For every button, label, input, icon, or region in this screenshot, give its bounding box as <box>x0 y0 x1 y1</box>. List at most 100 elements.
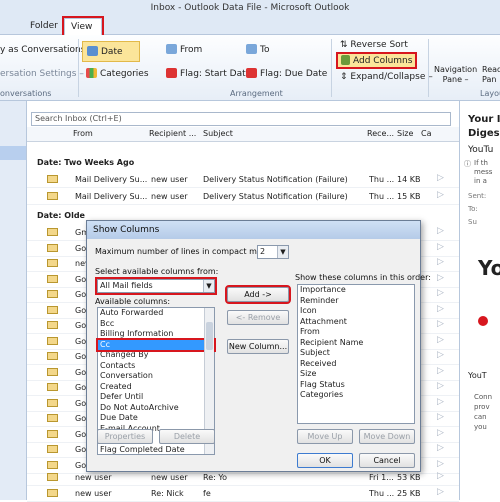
flag-icon[interactable]: ▷ <box>437 258 446 267</box>
ok-button[interactable]: OK <box>297 453 353 468</box>
select-from-dropdown[interactable]: All Mail fields ▼ <box>95 277 217 295</box>
available-column-item[interactable]: Changed By <box>98 350 214 361</box>
table-row[interactable]: Mail Delivery Su... new user Delivery St… <box>27 171 459 188</box>
shown-column-item[interactable]: From <box>298 327 414 338</box>
reading-pane-button[interactable]: Read Pan <box>482 65 500 85</box>
available-column-item[interactable]: Conversation <box>98 371 214 382</box>
delete-button[interactable]: Delete <box>159 429 215 444</box>
search-input[interactable]: Search Inbox (Ctrl+E) <box>31 112 451 126</box>
column-header-categories[interactable]: Ca <box>421 129 432 138</box>
group-header[interactable]: Date: Olde <box>37 211 85 220</box>
shown-column-item[interactable]: Reminder <box>298 296 414 307</box>
flag-icon[interactable]: ▷ <box>437 444 446 453</box>
flag-icon[interactable]: ▷ <box>437 191 446 200</box>
table-row[interactable]: Mail Delivery Su... new user Delivery St… <box>27 188 459 205</box>
available-column-item[interactable]: Due Date <box>98 413 214 424</box>
flag-icon[interactable]: ▷ <box>437 273 446 283</box>
flag-icon[interactable]: ▷ <box>437 413 446 422</box>
show-as-conversations-checkbox[interactable]: y as Conversations <box>0 45 85 55</box>
remove-column-button[interactable]: <- Remove <box>227 310 289 325</box>
available-column-item[interactable]: Do Not AutoArchive <box>98 403 214 414</box>
flag-icon[interactable]: ▷ <box>437 459 446 469</box>
move-down-button[interactable]: Move Down <box>359 429 415 444</box>
new-column-button[interactable]: New Column... <box>227 339 289 354</box>
row-from: Mail Delivery Su... <box>75 192 147 201</box>
column-header-from[interactable]: From <box>73 129 93 138</box>
shown-column-item[interactable]: Subject <box>298 348 414 359</box>
expand-collapse-button[interactable]: ⇕ Expand/Collapse – <box>340 72 433 82</box>
nav-selected-folder[interactable] <box>0 146 26 160</box>
shown-column-item[interactable]: Icon <box>298 306 414 317</box>
flag-icon[interactable]: ▷ <box>437 227 446 236</box>
envelope-icon <box>47 460 58 469</box>
flag-icon[interactable]: ▷ <box>437 320 446 329</box>
shown-column-item[interactable]: Attachment <box>298 317 414 328</box>
properties-button[interactable]: Properties <box>97 429 153 444</box>
cancel-button[interactable]: Cancel <box>359 453 415 468</box>
flag-icon[interactable]: ▷ <box>437 242 446 252</box>
available-column-item[interactable]: Bcc <box>98 319 214 330</box>
available-column-item[interactable]: Defer Until <box>98 392 214 403</box>
flag-icon[interactable]: ▷ <box>437 488 446 497</box>
column-header-recipient[interactable]: Recipient ... <box>149 129 196 138</box>
max-lines-select[interactable]: 2 ▼ <box>257 245 289 259</box>
row-subject: Delivery Status Notification (Failure) <box>203 175 348 184</box>
shown-column-item[interactable]: Flag Status <box>298 380 414 391</box>
tab-view[interactable]: View <box>62 16 104 37</box>
arrange-flag-due-button[interactable]: Flag: Due Date <box>246 68 327 79</box>
row-subject: Re: Yo <box>203 473 228 482</box>
shown-column-item[interactable]: Importance <box>298 285 414 296</box>
available-column-item[interactable]: Contacts <box>98 361 214 372</box>
conversation-settings-button[interactable]: ersation Settings – <box>0 69 84 79</box>
flag-icon[interactable]: ▷ <box>437 428 446 438</box>
move-up-button[interactable]: Move Up <box>297 429 353 444</box>
info-icon: ⓘ <box>464 160 471 168</box>
available-column-item[interactable]: Created <box>98 382 214 393</box>
reverse-sort-button[interactable]: ⇅ Reverse Sort <box>340 40 408 50</box>
available-column-item[interactable]: Auto Forwarded <box>98 308 214 319</box>
reading-subject-2: Diges <box>468 128 500 139</box>
arrange-to-button[interactable]: To <box>246 44 269 55</box>
shown-column-item[interactable]: Categories <box>298 390 414 401</box>
row-from: Go <box>75 352 87 361</box>
scrollbar-thumb[interactable] <box>206 322 213 350</box>
row-subject: Delivery Status Notification (Failure) <box>203 192 348 201</box>
arrange-to-label: To <box>260 45 270 55</box>
shown-columns-list[interactable]: Importance Reminder Icon Attachment From Reci… <box>297 284 415 424</box>
flag-icon[interactable]: ▷ <box>437 174 446 183</box>
available-column-item[interactable]: Flag Completed Date <box>98 445 214 456</box>
arrange-from-button[interactable]: From <box>166 44 202 55</box>
flag-icon[interactable]: ▷ <box>437 397 446 407</box>
available-column-item[interactable]: Billing Information <box>98 329 214 340</box>
navigation-pane-button[interactable]: Navigation Pane – <box>434 65 477 85</box>
add-columns-button[interactable]: Add Columns <box>335 52 418 69</box>
shown-column-item[interactable]: Size <box>298 369 414 380</box>
row-from: Go <box>75 429 87 439</box>
shown-column-item[interactable]: Received <box>298 359 414 370</box>
column-header-size[interactable]: Size <box>397 129 413 138</box>
arrange-date-button[interactable]: Date <box>82 41 140 62</box>
tab-folder[interactable]: Folder <box>24 18 64 35</box>
arrange-flag-start-button[interactable]: Flag: Start Date <box>166 68 251 79</box>
reading-infobar-2: mess <box>474 168 493 176</box>
flag-icon <box>246 68 257 78</box>
flag-icon[interactable]: ▷ <box>437 335 446 345</box>
column-header-received[interactable]: Rece... <box>367 129 394 138</box>
available-column-item[interactable]: Cc <box>96 337 216 352</box>
chevron-down-icon: ▼ <box>277 246 288 258</box>
flag-icon[interactable]: ▷ <box>437 472 446 481</box>
flag-icon[interactable]: ▷ <box>437 304 446 314</box>
flag-icon[interactable]: ▷ <box>437 289 446 298</box>
flag-icon[interactable]: ▷ <box>437 382 446 391</box>
navigation-pane[interactable] <box>0 101 27 500</box>
column-header-subject[interactable]: Subject <box>203 129 233 138</box>
shown-column-item[interactable]: Recipient Name <box>298 338 414 349</box>
add-column-button[interactable]: Add -> <box>225 285 291 304</box>
table-row[interactable]: new user Re: Nick fe Thu ... 25 KB ▷ <box>27 485 459 502</box>
flag-icon[interactable]: ▷ <box>437 351 446 360</box>
group-header[interactable]: Date: Two Weeks Ago <box>37 158 134 167</box>
reading-infobar: If th <box>474 159 488 167</box>
reading-pane[interactable]: Your I Diges YouTu ⓘ If th mess in a Sen… <box>459 101 500 500</box>
flag-icon[interactable]: ▷ <box>437 366 446 376</box>
arrange-categories-button[interactable]: Categories <box>86 68 149 79</box>
